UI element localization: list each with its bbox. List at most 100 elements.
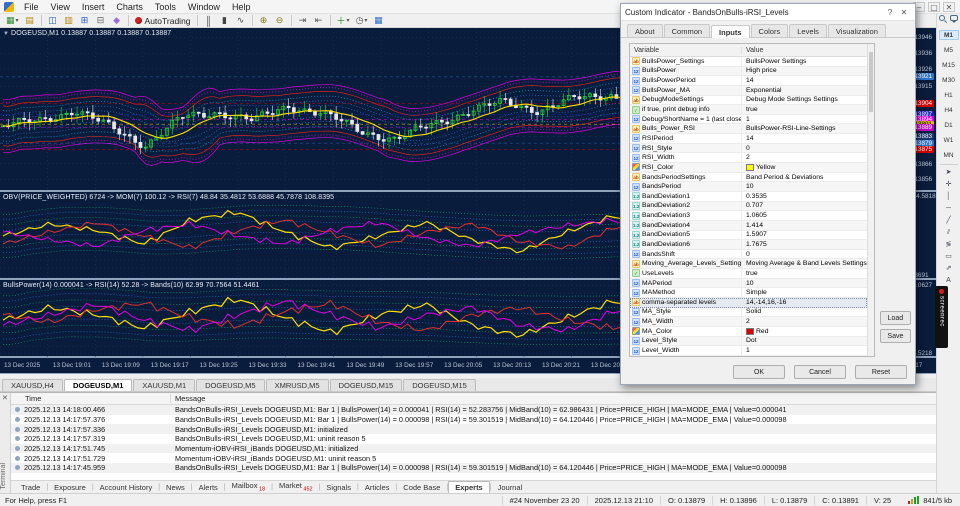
param-value[interactable]: Yellow [742, 164, 867, 171]
param-value[interactable]: Red [742, 328, 867, 335]
horizontal-line-tool[interactable]: ─ [940, 204, 958, 214]
param-value[interactable]: 1.414 [742, 222, 867, 229]
terminal-button[interactable]: ⊟ [94, 15, 108, 27]
param-row[interactable]: 12BullsPower_MAExponential [630, 86, 867, 96]
menu-help[interactable]: Help [226, 1, 257, 13]
log-row[interactable]: 2025.12.13 14:17:57.376BandsOnBulls-iRSI… [11, 415, 951, 425]
param-row[interactable]: 12MA_StyleSolid [630, 308, 867, 318]
market-watch-button[interactable]: ◫ [46, 15, 60, 27]
param-value[interactable]: 1 [742, 347, 867, 354]
param-value[interactable]: 1.5907 [742, 231, 867, 238]
terminal-tab-exposure[interactable]: Exposure [48, 482, 92, 493]
timeframe-h1[interactable]: H1 [939, 90, 959, 100]
menu-file[interactable]: File [18, 1, 45, 13]
dialog-tab-colors[interactable]: Colors [751, 24, 789, 37]
timeframe-m1[interactable]: M1 [939, 30, 959, 40]
param-row[interactable]: 1.2BandDeviation41.414 [630, 221, 867, 231]
menu-tools[interactable]: Tools [149, 1, 182, 13]
terminal-tab-alerts[interactable]: Alerts [193, 482, 224, 493]
strategy-tester-button[interactable]: ◆ [110, 15, 124, 27]
param-value[interactable]: BullsPower-RSI-Line-Settings [742, 125, 867, 132]
param-row[interactable]: 1.2BandDeviation31.0605 [630, 211, 867, 221]
param-value[interactable]: 14,-14,16,-16 [742, 299, 867, 306]
param-value[interactable]: true [742, 106, 867, 113]
close-button[interactable]: ✕ [943, 2, 955, 12]
terminal-tab-mailbox[interactable]: Mailbox 18 [226, 480, 272, 493]
menu-view[interactable]: View [45, 1, 76, 13]
param-value[interactable]: Exponential [742, 87, 867, 94]
dialog-help-button[interactable]: ? [883, 8, 897, 17]
dialog-tab-levels[interactable]: Levels [789, 24, 827, 37]
param-row[interactable]: abBullsPower_SettingsBullsPower Settings [630, 57, 867, 67]
param-scrollbar[interactable] [867, 44, 874, 356]
ok-button[interactable]: OK [733, 365, 785, 379]
log-table-header[interactable]: Time Message [11, 393, 951, 405]
cancel-button[interactable]: Cancel [794, 365, 846, 379]
terminal-tab-articles[interactable]: Articles [359, 482, 396, 493]
new-chart-button[interactable]: ▦▾ [4, 15, 21, 27]
terminal-tab-market[interactable]: Market 452 [273, 480, 319, 493]
load-button[interactable]: Load [880, 311, 911, 325]
terminal-tab-signals[interactable]: Signals [320, 482, 357, 493]
param-row[interactable]: 12BandsShift0 [630, 250, 867, 260]
menu-charts[interactable]: Charts [110, 1, 149, 13]
log-row[interactable]: 2025.12.13 14:17:57.336BandsOnBulls-iRSI… [11, 424, 951, 434]
restore-button[interactable]: ▢ [928, 2, 940, 12]
chart-tab-2[interactable]: XAUUSD,M1 [133, 379, 195, 391]
param-value[interactable]: High price [742, 67, 867, 74]
log-row[interactable]: 2025.12.13 14:17:51.729Momentum-iOBV-iRS… [11, 453, 951, 463]
arrows-tool[interactable]: ⇗ [940, 264, 958, 274]
param-row[interactable]: 12RSI_Style0 [630, 144, 867, 154]
menu-insert[interactable]: Insert [76, 1, 111, 13]
param-row[interactable]: abBandsPeriodSettingsBand Period & Devia… [630, 173, 867, 183]
chart-dropdown-icon[interactable]: ▼ [3, 31, 9, 37]
param-value[interactable]: Band Period & Deviations [742, 174, 867, 181]
screen-recorder-badge[interactable]: screenrec [935, 286, 948, 348]
param-row[interactable]: abcomma-separated levels14,-14,16,-16 [630, 298, 867, 308]
chart-tab-6[interactable]: DOGEUSD,M15 [403, 379, 476, 391]
param-row[interactable]: 12BullsPowerPeriod14 [630, 76, 867, 86]
param-value[interactable]: 0 [742, 251, 867, 258]
dialog-tab-common[interactable]: Common [664, 24, 710, 37]
param-value[interactable]: Moving Average & Band Levels Settings [742, 260, 867, 267]
crosshair-tool[interactable]: ✛ [940, 180, 958, 190]
param-value[interactable]: 0 [742, 145, 867, 152]
param-row[interactable]: MA_ColorRed [630, 327, 867, 337]
param-row[interactable]: 1.2BandDeviation20.707 [630, 202, 867, 212]
param-value[interactable]: BullsPower Settings [742, 58, 867, 65]
param-row[interactable]: 12RSIPeriod14 [630, 134, 867, 144]
chart-tab-1[interactable]: DOGEUSD,M1 [64, 379, 132, 391]
terminal-tab-trade[interactable]: Trade [15, 482, 46, 493]
param-value[interactable]: 1.0605 [742, 212, 867, 219]
param-row[interactable]: 1.2BandDeviation61.7675 [630, 240, 867, 250]
vertical-line-tool[interactable]: │ [940, 192, 958, 202]
chart-tab-5[interactable]: DOGEUSD,M15 [330, 379, 403, 391]
chart-tab-4[interactable]: XMRUSD,M5 [266, 379, 329, 391]
param-row[interactable]: 12BandsPeriod10 [630, 182, 867, 192]
terminal-tab-news[interactable]: News [160, 482, 191, 493]
timeframe-h4[interactable]: H4 [939, 105, 959, 115]
dialog-close-button[interactable]: ✕ [897, 8, 911, 17]
param-row[interactable]: ✓UseLevelstrue [630, 269, 867, 279]
param-row[interactable]: 12Level_StyleDot [630, 337, 867, 347]
param-value[interactable]: Solid [742, 308, 867, 315]
chart-shift-button[interactable]: ⇥ [296, 15, 310, 27]
param-value[interactable]: 2 [742, 154, 867, 161]
timeframe-d1[interactable]: D1 [939, 120, 959, 130]
zoom-out-button[interactable]: ⊖ [273, 15, 287, 27]
param-value[interactable]: 0.707 [742, 202, 867, 209]
terminal-tab-code-base[interactable]: Code Base [397, 482, 446, 493]
param-row[interactable]: 12Level_Width1 [630, 346, 867, 356]
templates-button[interactable]: ▦ [371, 15, 385, 27]
param-row[interactable]: 12RSI_Width2 [630, 153, 867, 163]
param-row[interactable]: abDebugModeSettingsDebug Mode Settings S… [630, 96, 867, 106]
channel-tool[interactable]: ⫽ [940, 228, 958, 238]
param-value[interactable]: 0.3535 [742, 193, 867, 200]
terminal-close-icon[interactable]: ✕ [2, 394, 8, 402]
param-row[interactable]: ✓if true, print debug infotrue [630, 105, 867, 115]
trendline-tool[interactable]: ╱ [940, 216, 958, 226]
shapes-tool[interactable]: ▭ [940, 252, 958, 262]
line-chart-button[interactable]: ∿ [234, 15, 248, 27]
reset-button[interactable]: Reset [855, 365, 907, 379]
profiles-button[interactable]: ▤ [23, 15, 37, 27]
